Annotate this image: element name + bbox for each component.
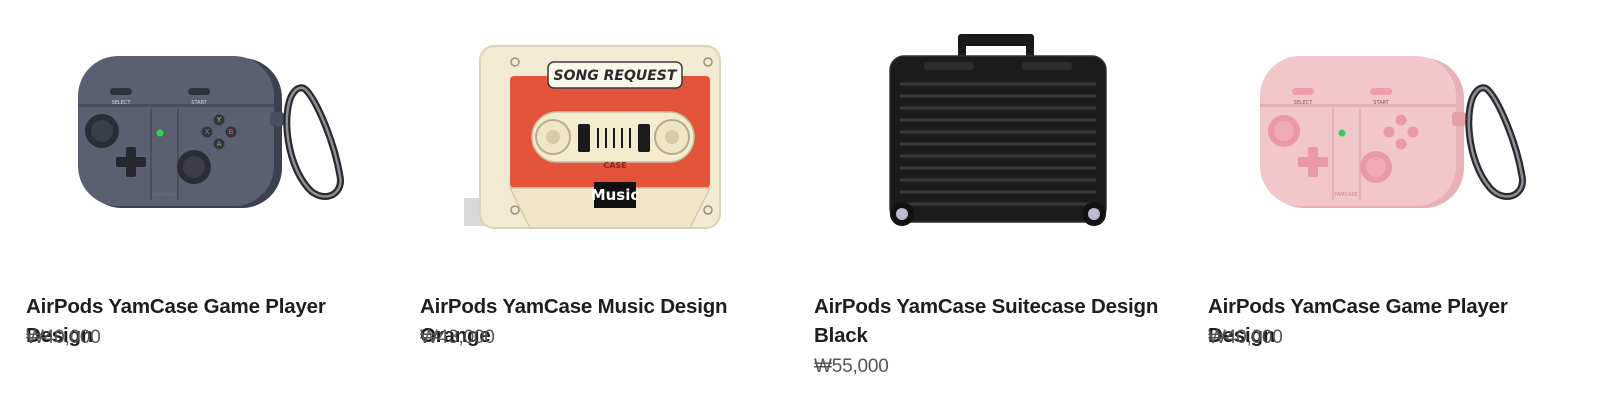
svg-text:X: X (205, 128, 210, 136)
svg-text:START: START (1373, 100, 1389, 106)
gamepad-airpods-case-icon: SELECT START YAMCASE (1260, 56, 1526, 208)
product-title[interactable]: AirPods YamCase Suitecase Design Black (814, 292, 1174, 350)
product-image[interactable]: SONG REQUEST CASE Music (420, 0, 800, 270)
product-image[interactable]: SELECT START YAMCASE (1208, 0, 1588, 270)
product-card[interactable]: SELECT START Y X B A YAMCASE AirPods Yam… (26, 0, 406, 405)
svg-text:YAMCASE: YAMCASE (151, 192, 176, 198)
product-grid: SELECT START Y X B A YAMCASE AirPods Yam… (0, 0, 1620, 405)
gamepad-airpods-case-icon: SELECT START Y X B A YAMCASE (78, 56, 344, 208)
svg-text:YAMCASE: YAMCASE (1333, 192, 1358, 198)
svg-text:Y: Y (216, 116, 222, 124)
suitcase-airpods-case-icon (889, 34, 1107, 226)
product-image[interactable]: SELECT START Y X B A YAMCASE (26, 0, 406, 270)
svg-text:Music: Music (591, 186, 640, 204)
product-card[interactable]: SELECT START YAMCASE AirPods YamCase Gam… (1208, 0, 1588, 405)
svg-text:START: START (191, 100, 207, 106)
product-price: ₩55,000 (814, 356, 889, 377)
product-card[interactable]: AirPods YamCase Suitecase Design Black ₩… (814, 0, 1194, 405)
product-price: ₩40,000 (26, 327, 101, 348)
svg-text:SELECT: SELECT (112, 100, 132, 106)
svg-text:A: A (217, 140, 222, 148)
product-price: ₩40,000 (1208, 327, 1283, 348)
product-price: ₩43,000 (420, 327, 495, 348)
svg-text:SONG REQUEST: SONG REQUEST (554, 68, 678, 84)
product-image[interactable] (814, 0, 1194, 270)
svg-text:CASE: CASE (603, 161, 626, 170)
product-card[interactable]: SONG REQUEST CASE Music AirPods YamCase … (420, 0, 800, 405)
cassette-airpods-case-icon: SONG REQUEST CASE Music (464, 45, 721, 229)
svg-text:SELECT: SELECT (1294, 100, 1314, 106)
svg-text:B: B (229, 128, 234, 136)
